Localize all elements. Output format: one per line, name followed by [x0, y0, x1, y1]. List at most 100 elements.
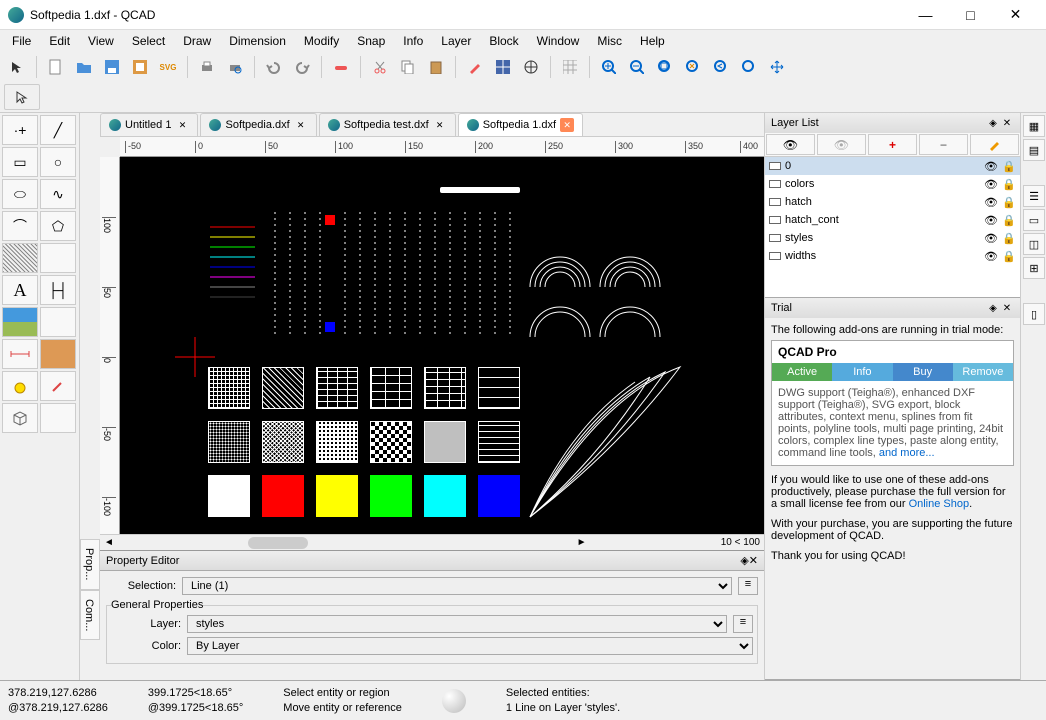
view3d-tool[interactable] — [2, 403, 38, 433]
spline-tool[interactable]: ∿ — [40, 179, 76, 209]
selection-menu-button[interactable]: ≡ — [738, 577, 758, 595]
ellipse-tool[interactable]: ⬭ — [2, 179, 38, 209]
close-icon[interactable]: ✕ — [1000, 301, 1014, 315]
point-tool[interactable]: ·+ — [2, 115, 38, 145]
menu-layer[interactable]: Layer — [433, 32, 479, 50]
eye-icon[interactable]: 👁 — [984, 250, 998, 263]
menu-block[interactable]: Block — [481, 32, 526, 50]
lock-icon[interactable]: 🔒 — [1002, 214, 1016, 227]
color-select[interactable]: By Layer — [187, 637, 753, 655]
menu-snap[interactable]: Snap — [349, 32, 393, 50]
canvas-scrollbar[interactable]: ◄►10 < 100 — [100, 534, 764, 550]
rect-tool[interactable]: ▭ — [2, 147, 38, 177]
pan-button[interactable] — [764, 54, 790, 80]
selection-select[interactable]: Line (1) — [182, 577, 732, 595]
lock-icon[interactable]: 🔒 — [1002, 196, 1016, 209]
copy-button[interactable] — [395, 54, 421, 80]
menu-view[interactable]: View — [80, 32, 122, 50]
command-tab[interactable]: Com... — [80, 590, 100, 640]
hide-all-layers-button[interactable]: 👁 — [817, 134, 866, 155]
close-icon[interactable]: ✕ — [560, 118, 574, 132]
pointer-tool[interactable] — [4, 54, 30, 80]
add-layer-button[interactable]: + — [868, 134, 917, 155]
paste-button[interactable] — [423, 54, 449, 80]
close-icon[interactable]: ✕ — [749, 554, 758, 567]
undock-icon[interactable]: ◈ — [986, 116, 1000, 130]
zoom-in-button[interactable] — [596, 54, 622, 80]
close-icon[interactable]: ✕ — [294, 118, 308, 132]
save-button[interactable] — [99, 54, 125, 80]
trial-tab-active[interactable]: Active — [772, 363, 832, 381]
tab-untitled[interactable]: Untitled 1✕ — [100, 113, 198, 136]
ruler-tool[interactable] — [40, 339, 76, 369]
trial-more-link[interactable]: and more... — [879, 447, 935, 459]
side-btn-6[interactable]: ⊞ — [1023, 257, 1045, 279]
close-icon[interactable]: ✕ — [1000, 116, 1014, 130]
layer-menu-button[interactable]: ≡ — [733, 615, 753, 633]
tab-softpedia[interactable]: Softpedia.dxf✕ — [200, 113, 316, 136]
side-btn-3[interactable]: ☰ — [1023, 185, 1045, 207]
side-btn-5[interactable]: ◫ — [1023, 233, 1045, 255]
pointer-tool-2[interactable] — [4, 84, 40, 110]
pdf-export-button[interactable] — [127, 54, 153, 80]
menu-misc[interactable]: Misc — [589, 32, 630, 50]
arc-tool[interactable]: ⌒ — [2, 211, 38, 241]
show-all-layers-button[interactable]: 👁 — [766, 134, 815, 155]
side-btn-4[interactable]: ▭ — [1023, 209, 1045, 231]
side-btn-7[interactable]: ▯ — [1023, 303, 1045, 325]
layer-item-0[interactable]: 0👁🔒 — [765, 157, 1020, 175]
trial-tab-buy[interactable]: Buy — [893, 363, 953, 381]
print-button[interactable] — [194, 54, 220, 80]
menu-select[interactable]: Select — [124, 32, 173, 50]
layer-item-styles[interactable]: styles👁🔒 — [765, 229, 1020, 247]
menu-file[interactable]: File — [4, 32, 39, 50]
eye-icon[interactable]: 👁 — [984, 196, 998, 209]
modify-tool[interactable] — [40, 371, 76, 401]
menu-modify[interactable]: Modify — [296, 32, 347, 50]
zoom-window-button[interactable] — [736, 54, 762, 80]
hatch-tool[interactable] — [2, 243, 38, 273]
measure-tool[interactable] — [2, 339, 38, 369]
new-file-button[interactable] — [43, 54, 69, 80]
menu-window[interactable]: Window — [529, 32, 588, 50]
online-shop-link[interactable]: Online Shop — [909, 498, 970, 510]
lock-icon[interactable]: 🔒 — [1002, 250, 1016, 263]
undock-icon[interactable]: ◈ — [740, 554, 748, 567]
edit-layer-button[interactable] — [970, 134, 1019, 155]
remove-layer-button[interactable]: − — [919, 134, 968, 155]
zoom-fit-button[interactable] — [652, 54, 678, 80]
trial-tab-remove[interactable]: Remove — [953, 363, 1013, 381]
grid-button[interactable] — [490, 54, 516, 80]
menu-dimension[interactable]: Dimension — [221, 32, 294, 50]
undock-icon[interactable]: ◈ — [986, 301, 1000, 315]
cut-button[interactable] — [367, 54, 393, 80]
close-window-button[interactable]: ✕ — [993, 1, 1038, 29]
pencil-tool[interactable] — [462, 54, 488, 80]
delete-button[interactable] — [328, 54, 354, 80]
svg-export-button[interactable]: SVG — [155, 54, 181, 80]
layer-select[interactable]: styles — [187, 615, 727, 633]
open-file-button[interactable] — [71, 54, 97, 80]
layer-item-colors[interactable]: colors👁🔒 — [765, 175, 1020, 193]
zoom-prev-button[interactable] — [708, 54, 734, 80]
zoom-selection-button[interactable] — [680, 54, 706, 80]
dimension-tool[interactable]: ├┤ — [40, 275, 76, 305]
tab-softpedia-1[interactable]: Softpedia 1.dxf✕ — [458, 113, 583, 136]
eye-icon[interactable]: 👁 — [984, 214, 998, 227]
close-icon[interactable]: ✕ — [433, 118, 447, 132]
trial-tab-info[interactable]: Info — [832, 363, 892, 381]
maximize-button[interactable]: □ — [948, 1, 993, 29]
layer-item-widths[interactable]: widths👁🔒 — [765, 247, 1020, 265]
image-tool[interactable] — [2, 307, 38, 337]
menu-draw[interactable]: Draw — [175, 32, 219, 50]
lock-icon[interactable]: 🔒 — [1002, 160, 1016, 173]
text-tool[interactable]: A — [2, 275, 38, 305]
line-tool[interactable]: ╱ — [40, 115, 76, 145]
tab-softpedia-test[interactable]: Softpedia test.dxf✕ — [319, 113, 456, 136]
side-btn-1[interactable]: ▦ — [1023, 115, 1045, 137]
close-icon[interactable]: ✕ — [175, 118, 189, 132]
menu-help[interactable]: Help — [632, 32, 673, 50]
compass-tool[interactable] — [518, 54, 544, 80]
circle-tool[interactable]: ○ — [40, 147, 76, 177]
property-tab[interactable]: Prop... — [80, 539, 100, 589]
